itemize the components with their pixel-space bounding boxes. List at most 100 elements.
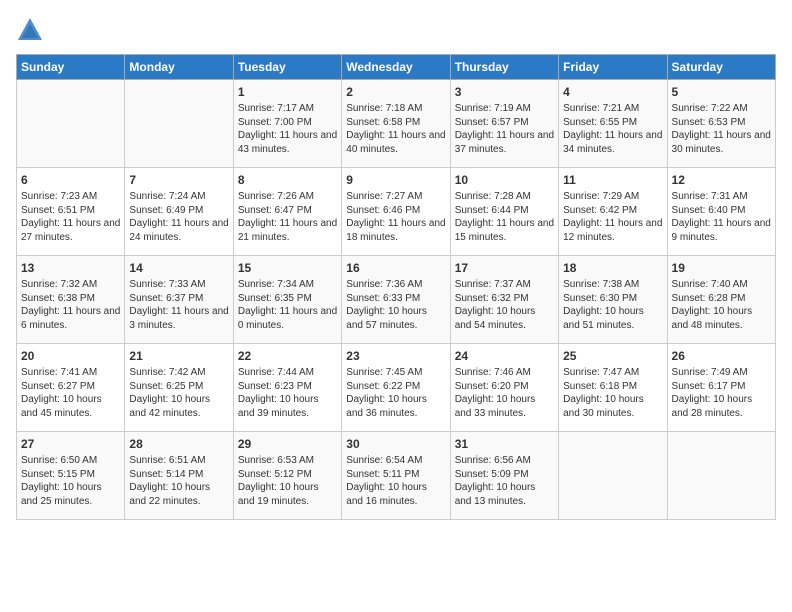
day-number: 31 — [455, 436, 554, 452]
calendar-cell: 2 Sunrise: 7:18 AM Sunset: 6:58 PM Daylig… — [342, 80, 450, 168]
calendar-cell: 19 Sunrise: 7:40 AM Sunset: 6:28 PM Dayli… — [667, 256, 775, 344]
header-row: SundayMondayTuesdayWednesdayThursdayFrid… — [17, 55, 776, 80]
day-detail: Sunrise: 7:46 AM Sunset: 6:20 PM Dayligh… — [455, 366, 554, 420]
day-detail: Sunrise: 7:24 AM Sunset: 6:49 PM Dayligh… — [129, 190, 228, 244]
calendar-cell — [559, 432, 667, 520]
header-day-sunday: Sunday — [17, 55, 125, 80]
day-detail: Sunrise: 7:27 AM Sunset: 6:46 PM Dayligh… — [346, 190, 445, 244]
day-number: 11 — [563, 172, 662, 188]
calendar-cell: 24 Sunrise: 7:46 AM Sunset: 6:20 PM Dayli… — [450, 344, 558, 432]
calendar-cell: 7 Sunrise: 7:24 AM Sunset: 6:49 PM Daylig… — [125, 168, 233, 256]
day-number: 16 — [346, 260, 445, 276]
calendar-cell: 30Sunrise: 6:54 AM Sunset: 5:11 PM Dayli… — [342, 432, 450, 520]
day-number: 25 — [563, 348, 662, 364]
calendar-cell: 13Sunrise: 7:32 AM Sunset: 6:38 PM Dayli… — [17, 256, 125, 344]
calendar-cell: 27 Sunrise: 6:50 AM Sunset: 5:15 PM Dayli… — [17, 432, 125, 520]
header-day-wednesday: Wednesday — [342, 55, 450, 80]
day-detail: Sunrise: 7:38 AM Sunset: 6:30 PM Dayligh… — [563, 278, 662, 332]
calendar-table: SundayMondayTuesdayWednesdayThursdayFrid… — [16, 54, 776, 520]
day-detail: Sunrise: 7:18 AM Sunset: 6:58 PM Dayligh… — [346, 102, 445, 156]
header-day-monday: Monday — [125, 55, 233, 80]
calendar-cell: 11 Sunrise: 7:29 AM Sunset: 6:42 PM Dayli… — [559, 168, 667, 256]
day-detail: Sunrise: 6:51 AM Sunset: 5:14 PM Dayligh… — [129, 454, 228, 508]
day-detail: Sunrise: 7:33 AM Sunset: 6:37 PM Dayligh… — [129, 278, 228, 332]
calendar-cell: 14 Sunrise: 7:33 AM Sunset: 6:37 PM Dayli… — [125, 256, 233, 344]
day-number: 15 — [238, 260, 337, 276]
day-number: 1 — [238, 84, 337, 100]
day-detail: Sunrise: 7:41 AM Sunset: 6:27 PM Dayligh… — [21, 366, 120, 420]
calendar-header: SundayMondayTuesdayWednesdayThursdayFrid… — [17, 55, 776, 80]
day-number: 26 — [672, 348, 771, 364]
day-number: 7 — [129, 172, 228, 188]
calendar-cell: 5 Sunrise: 7:22 AM Sunset: 6:53 PM Daylig… — [667, 80, 775, 168]
day-number: 9 — [346, 172, 445, 188]
day-number: 18 — [563, 260, 662, 276]
day-number: 5 — [672, 84, 771, 100]
calendar-cell: 20 Sunrise: 7:41 AM Sunset: 6:27 PM Dayli… — [17, 344, 125, 432]
day-detail: Sunrise: 7:22 AM Sunset: 6:53 PM Dayligh… — [672, 102, 771, 156]
day-detail: Sunrise: 7:37 AM Sunset: 6:32 PM Dayligh… — [455, 278, 554, 332]
day-detail: Sunrise: 7:47 AM Sunset: 6:18 PM Dayligh… — [563, 366, 662, 420]
calendar-cell: 26 Sunrise: 7:49 AM Sunset: 6:17 PM Dayli… — [667, 344, 775, 432]
day-detail: Sunrise: 7:42 AM Sunset: 6:25 PM Dayligh… — [129, 366, 228, 420]
day-number: 24 — [455, 348, 554, 364]
calendar-cell: 8Sunrise: 7:26 AM Sunset: 6:47 PM Daylig… — [233, 168, 341, 256]
day-number: 19 — [672, 260, 771, 276]
day-number: 30 — [346, 436, 445, 452]
calendar-cell: 3Sunrise: 7:19 AM Sunset: 6:57 PM Daylig… — [450, 80, 558, 168]
calendar-cell: 29 Sunrise: 6:53 AM Sunset: 5:12 PM Dayli… — [233, 432, 341, 520]
calendar-cell: 25 Sunrise: 7:47 AM Sunset: 6:18 PM Dayli… — [559, 344, 667, 432]
calendar-cell: 1 Sunrise: 7:17 AM Sunset: 7:00 PM Daylig… — [233, 80, 341, 168]
calendar-week-2: 6Sunrise: 7:23 AM Sunset: 6:51 PM Daylig… — [17, 168, 776, 256]
calendar-cell — [667, 432, 775, 520]
day-number: 17 — [455, 260, 554, 276]
day-detail: Sunrise: 7:40 AM Sunset: 6:28 PM Dayligh… — [672, 278, 771, 332]
day-number: 2 — [346, 84, 445, 100]
day-number: 28 — [129, 436, 228, 452]
day-number: 20 — [21, 348, 120, 364]
day-detail: Sunrise: 7:49 AM Sunset: 6:17 PM Dayligh… — [672, 366, 771, 420]
calendar-cell: 12 Sunrise: 7:31 AM Sunset: 6:40 PM Dayli… — [667, 168, 775, 256]
day-number: 29 — [238, 436, 337, 452]
day-detail: Sunrise: 6:56 AM Sunset: 5:09 PM Dayligh… — [455, 454, 554, 508]
day-detail: Sunrise: 7:32 AM Sunset: 6:38 PM Dayligh… — [21, 278, 120, 332]
calendar-body: 1 Sunrise: 7:17 AM Sunset: 7:00 PM Daylig… — [17, 80, 776, 520]
day-number: 21 — [129, 348, 228, 364]
day-detail: Sunrise: 7:19 AM Sunset: 6:57 PM Dayligh… — [455, 102, 554, 156]
calendar-cell: 16 Sunrise: 7:36 AM Sunset: 6:33 PM Dayli… — [342, 256, 450, 344]
calendar-cell: 22 Sunrise: 7:44 AM Sunset: 6:23 PM Dayli… — [233, 344, 341, 432]
calendar-week-4: 20 Sunrise: 7:41 AM Sunset: 6:27 PM Dayli… — [17, 344, 776, 432]
header-day-saturday: Saturday — [667, 55, 775, 80]
calendar-cell: 18 Sunrise: 7:38 AM Sunset: 6:30 PM Dayli… — [559, 256, 667, 344]
day-detail: Sunrise: 6:50 AM Sunset: 5:15 PM Dayligh… — [21, 454, 120, 508]
day-detail: Sunrise: 7:45 AM Sunset: 6:22 PM Dayligh… — [346, 366, 445, 420]
day-number: 23 — [346, 348, 445, 364]
day-detail: Sunrise: 7:36 AM Sunset: 6:33 PM Dayligh… — [346, 278, 445, 332]
calendar-cell: 4Sunrise: 7:21 AM Sunset: 6:55 PM Daylig… — [559, 80, 667, 168]
calendar-cell: 23 Sunrise: 7:45 AM Sunset: 6:22 PM Dayli… — [342, 344, 450, 432]
day-number: 14 — [129, 260, 228, 276]
day-detail: Sunrise: 7:26 AM Sunset: 6:47 PM Dayligh… — [238, 190, 337, 244]
calendar-cell: 17 Sunrise: 7:37 AM Sunset: 6:32 PM Dayli… — [450, 256, 558, 344]
day-number: 10 — [455, 172, 554, 188]
page-header — [16, 16, 776, 44]
calendar-cell: 28 Sunrise: 6:51 AM Sunset: 5:14 PM Dayli… — [125, 432, 233, 520]
header-day-tuesday: Tuesday — [233, 55, 341, 80]
calendar-cell: 31 Sunrise: 6:56 AM Sunset: 5:09 PM Dayli… — [450, 432, 558, 520]
day-detail: Sunrise: 6:53 AM Sunset: 5:12 PM Dayligh… — [238, 454, 337, 508]
day-detail: Sunrise: 7:29 AM Sunset: 6:42 PM Dayligh… — [563, 190, 662, 244]
day-detail: Sunrise: 7:17 AM Sunset: 7:00 PM Dayligh… — [238, 102, 337, 156]
day-detail: Sunrise: 7:44 AM Sunset: 6:23 PM Dayligh… — [238, 366, 337, 420]
day-number: 27 — [21, 436, 120, 452]
day-number: 12 — [672, 172, 771, 188]
calendar-cell — [17, 80, 125, 168]
calendar-cell: 15Sunrise: 7:34 AM Sunset: 6:35 PM Dayli… — [233, 256, 341, 344]
day-number: 22 — [238, 348, 337, 364]
calendar-cell: 6Sunrise: 7:23 AM Sunset: 6:51 PM Daylig… — [17, 168, 125, 256]
calendar-week-5: 27 Sunrise: 6:50 AM Sunset: 5:15 PM Dayli… — [17, 432, 776, 520]
day-detail: Sunrise: 7:28 AM Sunset: 6:44 PM Dayligh… — [455, 190, 554, 244]
day-detail: Sunrise: 7:31 AM Sunset: 6:40 PM Dayligh… — [672, 190, 771, 244]
header-day-thursday: Thursday — [450, 55, 558, 80]
logo — [16, 16, 48, 44]
day-number: 4 — [563, 84, 662, 100]
